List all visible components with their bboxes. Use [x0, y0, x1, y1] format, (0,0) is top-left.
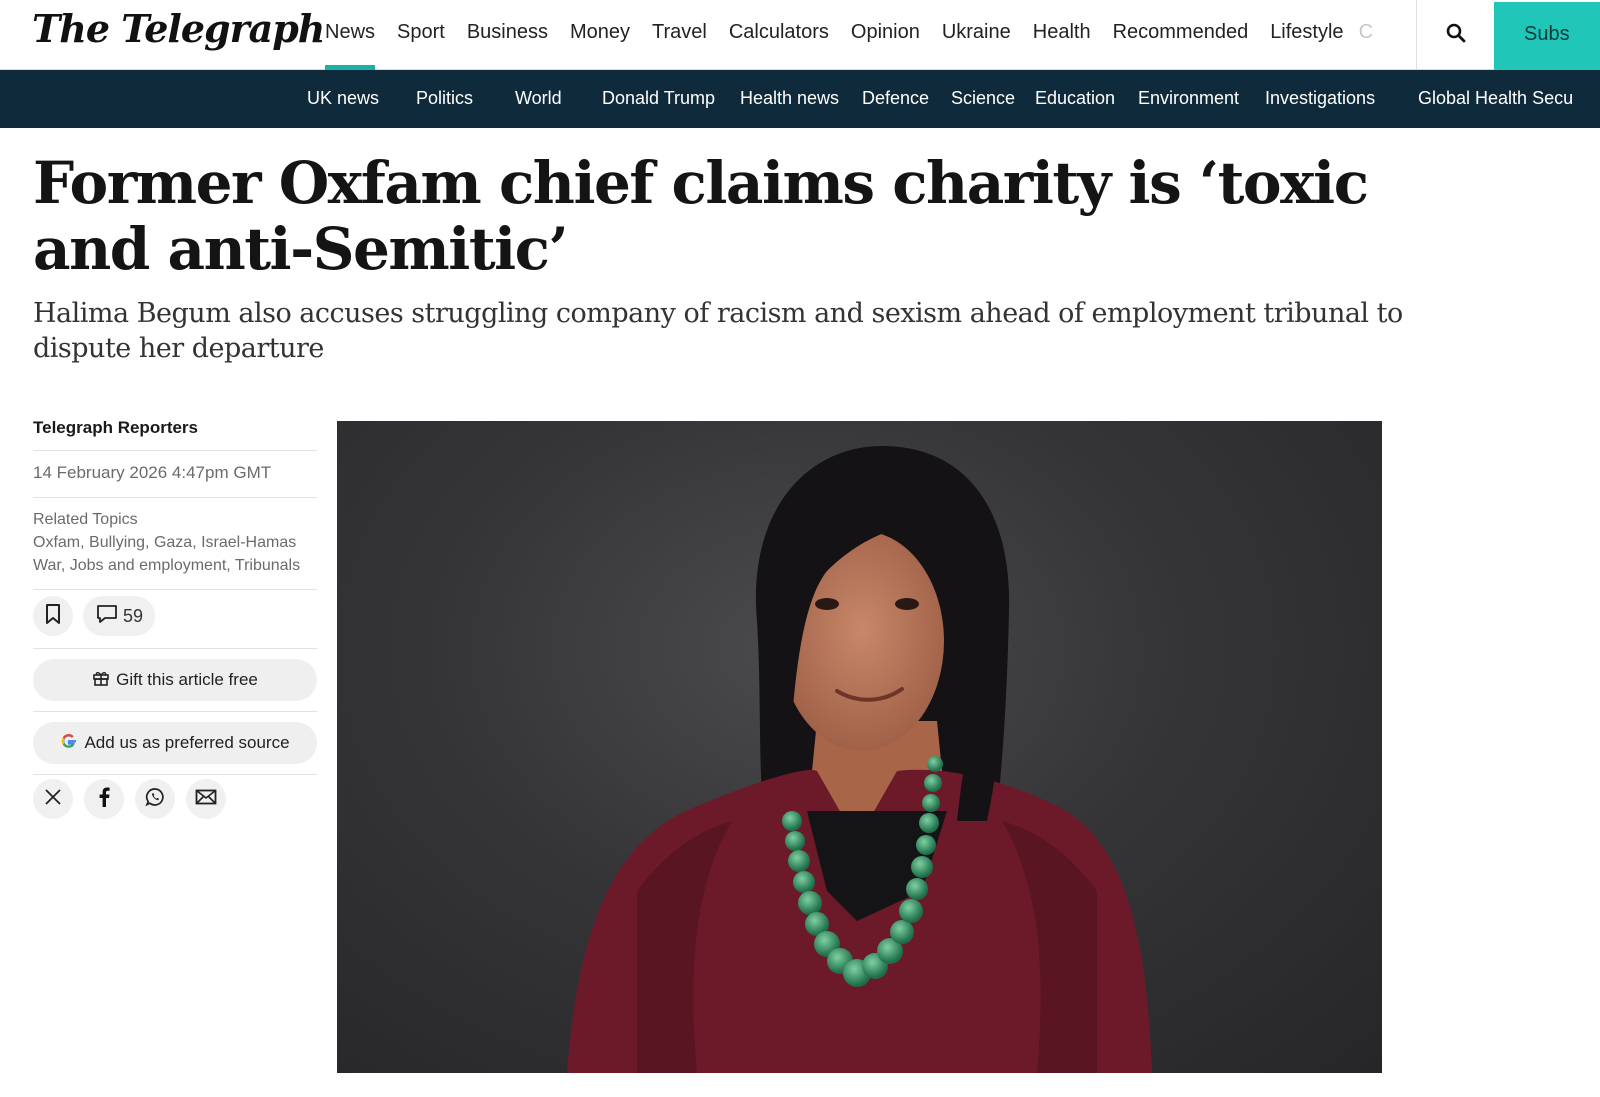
gift-article-button[interactable]: Gift this article free [33, 659, 317, 701]
preferred-source-row: Add us as preferred source [33, 712, 317, 775]
subnav-item-politics[interactable]: Politics [416, 70, 473, 128]
preferred-source-label: Add us as preferred source [84, 733, 290, 752]
section-subnav: UK news Politics World Donald Trump Heal… [0, 70, 1600, 128]
article-photo [337, 421, 1382, 1073]
search-icon [1446, 23, 1466, 48]
subnav-item-education[interactable]: Education [1035, 70, 1115, 128]
subnav-item-defence[interactable]: Defence [862, 70, 929, 128]
share-x-button[interactable] [33, 779, 73, 819]
nav-item-travel[interactable]: Travel [641, 0, 718, 70]
share-buttons [33, 775, 317, 823]
related-topics: Related Topics Oxfam, Bullying, Gaza, Is… [33, 498, 317, 590]
related-topics-list: Oxfam, Bullying, Gaza, Israel-Hamas War,… [33, 534, 301, 574]
topic-link[interactable]: Gaza [154, 534, 192, 551]
topic-link[interactable]: Bullying [89, 534, 145, 551]
nav-item-health[interactable]: Health [1022, 0, 1102, 70]
comments-count: 59 [123, 605, 144, 626]
telegraph-logo[interactable]: The Telegraph [32, 6, 325, 51]
related-topics-title: Related Topics [33, 511, 138, 528]
subnav-item-global-health-security[interactable]: Global Health Secu [1418, 70, 1573, 128]
article-actions: 59 [33, 590, 317, 649]
whatsapp-icon [145, 787, 165, 812]
share-facebook-button[interactable] [84, 779, 124, 819]
bookmark-icon [44, 603, 62, 630]
comments-button[interactable]: 59 [83, 596, 156, 636]
subnav-item-health-news[interactable]: Health news [740, 70, 839, 128]
x-icon [44, 788, 62, 811]
subnav-item-investigations[interactable]: Investigations [1265, 70, 1375, 128]
nav-item-money[interactable]: Money [559, 0, 641, 70]
gift-article-label: Gift this article free [116, 670, 258, 689]
bookmark-button[interactable] [33, 596, 73, 636]
subnav-item-science[interactable]: Science [951, 70, 1015, 128]
nav-item-news[interactable]: News [314, 0, 386, 70]
comment-icon [95, 603, 119, 630]
subscribe-button[interactable]: Subs [1494, 2, 1600, 70]
gift-icon [92, 669, 110, 692]
share-email-button[interactable] [186, 779, 226, 819]
topic-link[interactable]: Tribunals [235, 557, 300, 574]
subnav-item-donald-trump[interactable]: Donald Trump [602, 70, 715, 128]
main-nav: News Sport Business Money Travel Calcula… [314, 0, 1385, 70]
nav-item-sport[interactable]: Sport [386, 0, 456, 70]
share-whatsapp-button[interactable] [135, 779, 175, 819]
google-icon [60, 732, 78, 755]
facebook-icon [98, 787, 110, 812]
author-byline[interactable]: Telegraph Reporters [33, 412, 317, 451]
subnav-item-environment[interactable]: Environment [1138, 70, 1239, 128]
portrait-illustration [567, 446, 1152, 1073]
subnav-item-uk-news[interactable]: UK news [307, 70, 379, 128]
gift-row: Gift this article free [33, 649, 317, 712]
top-header: The Telegraph News Sport Business Money … [0, 0, 1600, 70]
topic-link[interactable]: Oxfam [33, 534, 80, 551]
nav-item-lifestyle[interactable]: Lifestyle [1259, 0, 1354, 70]
nav-item-recommended[interactable]: Recommended [1102, 0, 1260, 70]
nav-item-ukraine[interactable]: Ukraine [931, 0, 1022, 70]
article-headline: Former Oxfam chief claims charity is ‘to… [33, 149, 1369, 283]
nav-item-opinion[interactable]: Opinion [840, 0, 931, 70]
nav-item-overflow[interactable]: C [1355, 0, 1385, 70]
email-icon [195, 789, 217, 810]
article-standfirst: Halima Begum also accuses struggling com… [33, 298, 1403, 364]
publish-date: 14 February 2026 4:47pm GMT [33, 451, 317, 498]
subnav-item-world[interactable]: World [515, 70, 562, 128]
nav-item-calculators[interactable]: Calculators [718, 0, 840, 70]
topic-link[interactable]: Jobs and employment [70, 557, 227, 574]
preferred-source-button[interactable]: Add us as preferred source [33, 722, 317, 764]
search-button[interactable] [1416, 0, 1494, 70]
article-meta-sidebar: Telegraph Reporters 14 February 2026 4:4… [33, 412, 317, 823]
nav-item-business[interactable]: Business [456, 0, 559, 70]
